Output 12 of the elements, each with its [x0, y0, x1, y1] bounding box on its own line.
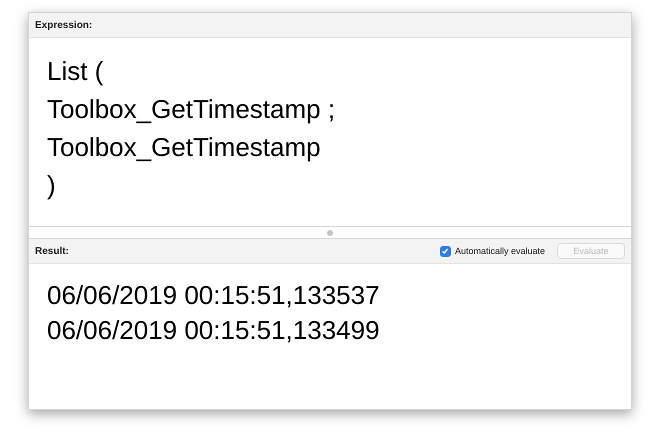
- expression-line: Toolbox_GetTimestamp ;: [47, 93, 336, 126]
- result-label: Result:: [35, 246, 70, 256]
- result-line: 06/06/2019 00:15:51,133537: [47, 279, 381, 312]
- result-line: 06/06/2019 00:15:51,133499: [47, 314, 381, 347]
- expression-label: Expression:: [35, 20, 94, 30]
- splitter-handle[interactable]: [327, 230, 333, 236]
- expression-editor[interactable]: List ( Toolbox_GetTimestamp ; Toolbox_GetTimestamp ): [29, 38, 631, 226]
- expression-line: ): [47, 169, 57, 202]
- expression-line: List (: [47, 55, 104, 88]
- auto-evaluate-checkbox[interactable]: [440, 246, 451, 256]
- expression-line: Toolbox_GetTimestamp: [47, 131, 322, 164]
- auto-evaluate-label: Automatically evaluate: [454, 246, 545, 256]
